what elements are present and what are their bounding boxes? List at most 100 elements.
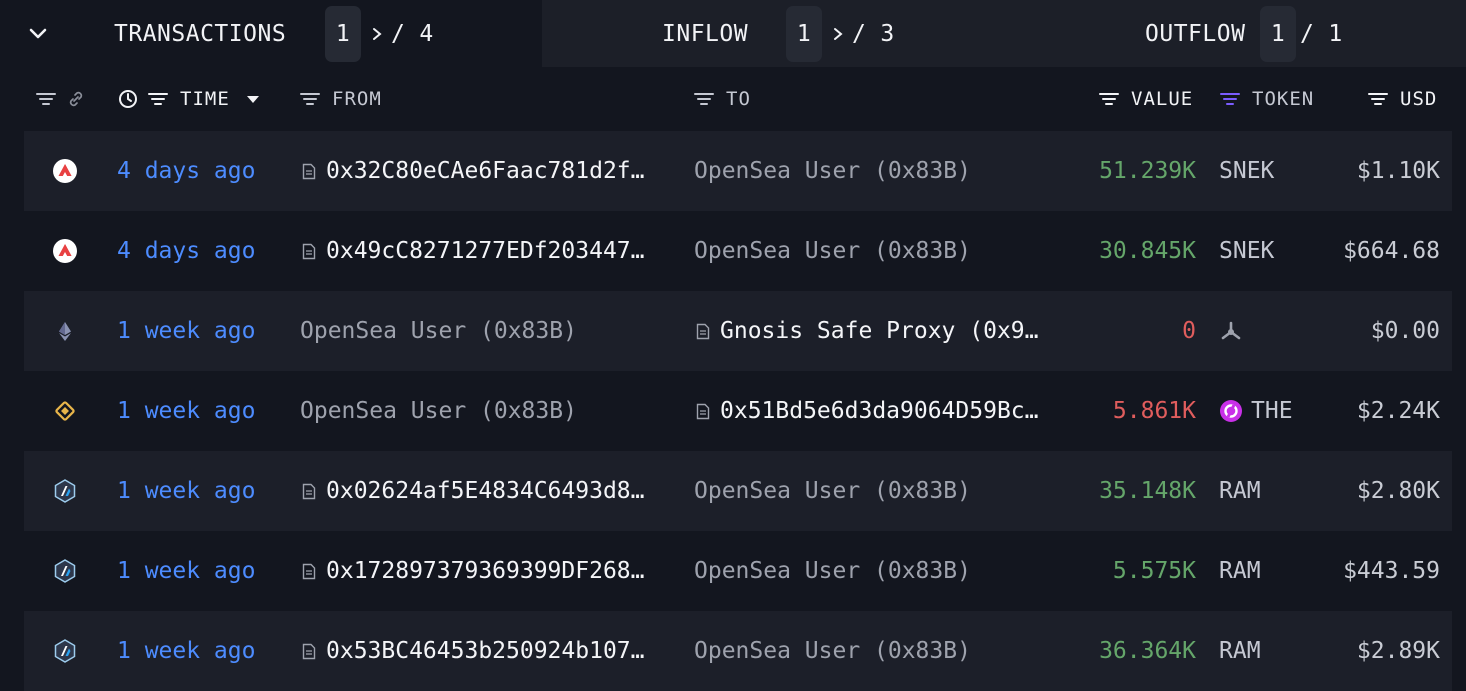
from-address[interactable]: 0x172897379369399DF268… [326, 558, 645, 584]
to-cell[interactable]: OpenSea User (0x83B) [694, 531, 971, 611]
filter-icon[interactable] [148, 91, 168, 107]
token-cell[interactable] [1219, 291, 1251, 371]
chain-cell[interactable] [52, 291, 78, 371]
from-cell[interactable]: OpenSea User (0x83B) [300, 291, 577, 371]
to-cell[interactable]: OpenSea User (0x83B) [694, 451, 971, 531]
to-cell[interactable]: OpenSea User (0x83B) [694, 611, 971, 691]
to-address[interactable]: OpenSea User (0x83B) [694, 638, 971, 664]
chevron-down-icon[interactable] [28, 27, 48, 41]
filter-icon[interactable] [36, 91, 56, 107]
table-row[interactable]: 4 days ago 0x49cC8271277EDf203447… OpenSea… [24, 211, 1452, 291]
filter-icon[interactable] [1099, 91, 1119, 107]
inflow-page-number[interactable]: 1 [786, 5, 822, 62]
table-row[interactable]: 1 week ago OpenSea User (0x83B) 0x51Bd5e6d… [24, 371, 1452, 451]
from-header[interactable]: FROM [300, 67, 382, 131]
arbitrum-icon[interactable] [52, 558, 78, 584]
usd-header[interactable]: USD [1368, 67, 1437, 131]
from-address[interactable]: OpenSea User (0x83B) [300, 398, 577, 424]
to-address[interactable]: OpenSea User (0x83B) [694, 478, 971, 504]
time-cell[interactable]: 1 week ago [117, 531, 255, 611]
from-cell[interactable]: 0x172897379369399DF268… [302, 531, 645, 611]
time-cell[interactable]: 1 week ago [117, 451, 255, 531]
chevron-right-icon[interactable] [369, 26, 385, 42]
to-address[interactable]: OpenSea User (0x83B) [694, 558, 971, 584]
ethereum-icon[interactable] [52, 318, 78, 344]
chain-cell[interactable] [52, 371, 78, 451]
avalanche-icon[interactable] [52, 238, 78, 264]
from-cell[interactable]: 0x32C80eCAe6Faac781d2f… [302, 131, 645, 211]
time-cell[interactable]: 4 days ago [117, 211, 255, 291]
token-header[interactable]: TOKEN [1220, 67, 1314, 131]
to-address[interactable]: OpenSea User (0x83B) [694, 158, 971, 184]
tab-inflow[interactable]: INFLOW [662, 0, 748, 67]
time-cell[interactable]: 1 week ago [117, 371, 255, 451]
table-row[interactable]: 1 week ago 0x02624af5E4834C6493d8… OpenSea… [24, 451, 1452, 531]
from-cell[interactable]: OpenSea User (0x83B) [300, 371, 577, 451]
chain-cell[interactable] [52, 531, 78, 611]
filter-icon[interactable] [1368, 91, 1388, 107]
chain-cell[interactable] [52, 451, 78, 531]
to-address[interactable]: OpenSea User (0x83B) [694, 238, 971, 264]
to-header[interactable]: TO [694, 67, 751, 131]
time-header[interactable]: TIME [118, 67, 260, 131]
token-cell[interactable]: SNEK [1219, 131, 1274, 211]
token-cell[interactable]: THE [1219, 371, 1293, 451]
to-address[interactable]: Gnosis Safe Proxy (0x9… [720, 318, 1039, 344]
token-symbol[interactable]: RAM [1219, 558, 1261, 584]
inflow-pager: 1 / 3 [786, 0, 895, 67]
chain-cell[interactable] [52, 211, 78, 291]
from-address[interactable]: 0x02624af5E4834C6493d8… [326, 478, 645, 504]
from-address[interactable]: 0x53BC46453b250924b107… [326, 638, 645, 664]
unknown-token-icon[interactable] [1219, 320, 1243, 342]
sort-down-icon[interactable] [246, 94, 260, 104]
to-cell[interactable]: OpenSea User (0x83B) [694, 211, 971, 291]
token-cell[interactable]: RAM [1219, 531, 1261, 611]
filter-active-icon[interactable] [1220, 91, 1240, 107]
outflow-page-number[interactable]: 1 [1260, 5, 1296, 62]
token-symbol[interactable]: SNEK [1219, 238, 1274, 264]
from-cell[interactable]: 0x53BC46453b250924b107… [302, 611, 645, 691]
table-row[interactable]: 1 week ago 0x172897379369399DF268… OpenSea… [24, 531, 1452, 611]
from-cell[interactable]: 0x49cC8271277EDf203447… [302, 211, 645, 291]
arbitrum-icon[interactable] [52, 638, 78, 664]
token-symbol[interactable]: RAM [1219, 478, 1261, 504]
token-cell[interactable]: SNEK [1219, 211, 1274, 291]
to-cell[interactable]: Gnosis Safe Proxy (0x9… [696, 291, 1039, 371]
token-symbol[interactable]: SNEK [1219, 158, 1274, 184]
link-icon[interactable] [66, 89, 86, 109]
token-symbol[interactable]: THE [1251, 398, 1293, 424]
the-token-icon[interactable] [1219, 399, 1243, 423]
avalanche-icon[interactable] [52, 158, 78, 184]
tab-outflow[interactable]: OUTFLOW [1145, 0, 1245, 67]
from-address[interactable]: OpenSea User (0x83B) [300, 318, 577, 344]
tab-transactions[interactable]: TRANSACTIONS [114, 0, 286, 67]
from-address[interactable]: 0x49cC8271277EDf203447… [326, 238, 645, 264]
token-cell[interactable]: RAM [1219, 611, 1261, 691]
clock-icon[interactable] [118, 89, 138, 109]
to-cell[interactable]: 0x51Bd5e6d3da9064D59Bc… [696, 371, 1039, 451]
filter-icon[interactable] [694, 91, 714, 107]
table-row[interactable]: 4 days ago 0x32C80eCAe6Faac781d2f… OpenSea… [24, 131, 1452, 211]
token-cell[interactable]: RAM [1219, 451, 1261, 531]
filter-icon[interactable] [300, 91, 320, 107]
table-row[interactable]: 1 week ago 0x53BC46453b250924b107… OpenSea… [24, 611, 1452, 691]
time-cell[interactable]: 1 week ago [117, 291, 255, 371]
table-row[interactable]: 1 week ago OpenSea User (0x83B) Gnosis Saf… [24, 291, 1452, 371]
arbitrum-icon[interactable] [52, 478, 78, 504]
time-cell[interactable]: 4 days ago [117, 131, 255, 211]
from-address[interactable]: 0x32C80eCAe6Faac781d2f… [326, 158, 645, 184]
chain-cell[interactable] [52, 611, 78, 691]
bsc-icon[interactable] [52, 398, 78, 424]
outflow-pager: 1 / 1 [1260, 0, 1343, 67]
token-symbol[interactable]: RAM [1219, 638, 1261, 664]
usd-cell: $2.24K [1356, 398, 1440, 424]
transactions-page-number[interactable]: 1 [325, 5, 361, 62]
to-address[interactable]: 0x51Bd5e6d3da9064D59Bc… [720, 398, 1039, 424]
from-cell[interactable]: 0x02624af5E4834C6493d8… [302, 451, 645, 531]
value-header[interactable]: VALUE [1099, 67, 1193, 131]
collapse-toggle[interactable] [28, 0, 48, 67]
time-cell[interactable]: 1 week ago [117, 611, 255, 691]
chevron-right-icon[interactable] [830, 26, 846, 42]
to-cell[interactable]: OpenSea User (0x83B) [694, 131, 971, 211]
chain-cell[interactable] [52, 131, 78, 211]
